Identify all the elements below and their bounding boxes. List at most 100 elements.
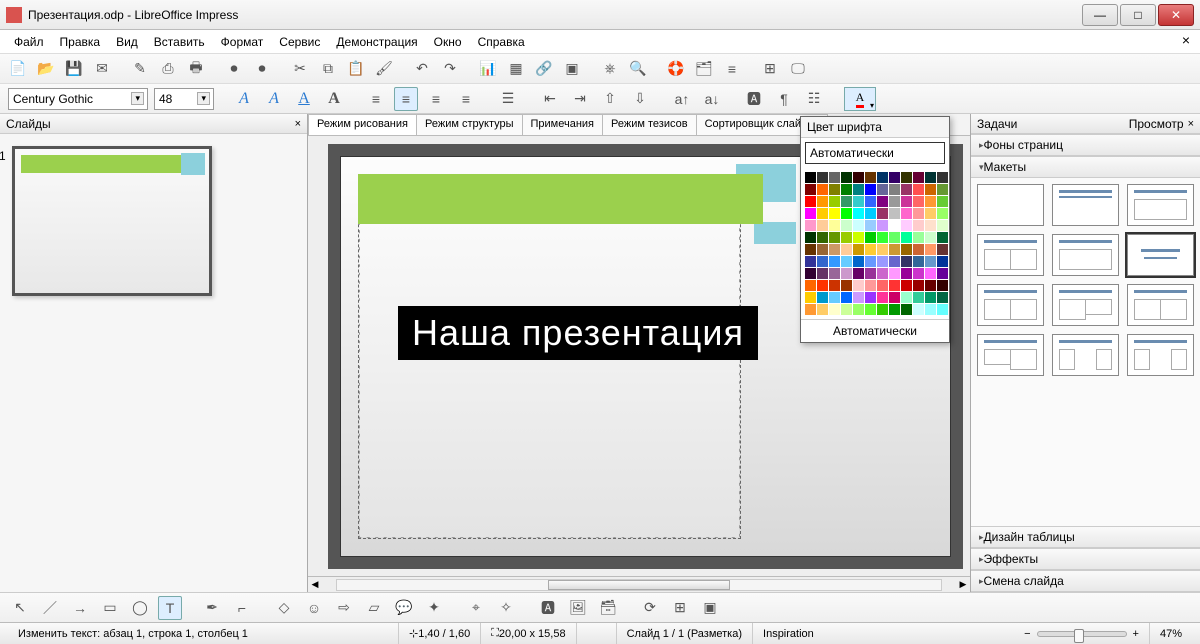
color-swatch[interactable] [865,208,876,219]
symbol-shapes-icon[interactable]: ☺ [302,596,326,620]
color-swatch[interactable] [901,196,912,207]
menu-file[interactable]: Файл [14,35,44,49]
color-swatch[interactable] [901,268,912,279]
color-swatch[interactable] [913,172,924,183]
para-dialog-icon[interactable]: ¶ [772,87,796,111]
color-swatch[interactable] [889,196,900,207]
new-icon[interactable]: 📄 [6,57,30,81]
zoom-controls[interactable]: − + [1014,623,1149,644]
demote-icon[interactable]: ⇥ [568,87,592,111]
menu-tools[interactable]: Сервис [279,35,320,49]
stars-icon[interactable]: ✦ [422,596,446,620]
color-swatch[interactable] [865,172,876,183]
close-document-icon[interactable]: × [1182,32,1190,48]
layout-9[interactable] [1127,284,1194,326]
color-swatch[interactable] [853,304,864,315]
pdf-icon[interactable]: ⎙ [156,57,180,81]
color-swatch[interactable] [913,184,924,195]
color-swatch[interactable] [937,220,948,231]
color-swatch[interactable] [925,196,936,207]
color-swatch[interactable] [817,172,828,183]
menu-window[interactable]: Окно [434,35,462,49]
zoom-slider[interactable] [1037,631,1127,637]
menu-help[interactable]: Справка [478,35,525,49]
arrow-tool-icon[interactable]: → [68,596,92,620]
align-left-icon[interactable]: ≡ [364,87,388,111]
zoom-icon[interactable]: 🔍 [626,57,650,81]
color-swatch[interactable] [829,268,840,279]
color-swatch[interactable] [901,208,912,219]
color-swatch[interactable] [925,304,936,315]
color-swatch[interactable] [913,256,924,267]
color-swatch[interactable] [865,220,876,231]
color-swatch[interactable] [889,232,900,243]
gallery2-icon[interactable]: 🗃 [596,596,620,620]
color-swatch[interactable] [901,172,912,183]
rec1-icon[interactable]: ⏺ [222,57,246,81]
menu-insert[interactable]: Вставить [154,35,205,49]
minimize-button[interactable]: — [1082,4,1118,26]
color-swatch[interactable] [889,292,900,303]
section-table-design[interactable]: Дизайн таблицы [971,526,1200,548]
horizontal-scrollbar[interactable]: ◀ ▶ [308,576,970,592]
color-swatch[interactable] [889,256,900,267]
color-swatch[interactable] [865,196,876,207]
color-swatch[interactable] [889,268,900,279]
navigator-icon[interactable]: ⎈ [598,57,622,81]
color-swatch[interactable] [853,208,864,219]
color-swatch[interactable] [937,196,948,207]
gallery-icon[interactable]: 🗂 [692,57,716,81]
color-swatch[interactable] [853,256,864,267]
open-icon[interactable]: 📂 [34,57,58,81]
color-swatch[interactable] [829,196,840,207]
rotate-icon[interactable]: ⟳ [638,596,662,620]
zoom-out-icon[interactable]: − [1024,628,1030,640]
color-swatch[interactable] [817,280,828,291]
color-swatch[interactable] [925,280,936,291]
text-tool-icon[interactable]: T [158,596,182,620]
color-swatch[interactable] [829,244,840,255]
color-swatch[interactable] [913,304,924,315]
save-icon[interactable]: 💾 [62,57,86,81]
section-transition[interactable]: Смена слайда [971,570,1200,592]
font-size-combo[interactable]: 48 [154,88,214,110]
ellipse-tool-icon[interactable]: ◯ [128,596,152,620]
from-file-icon[interactable]: 🖼 [566,596,590,620]
italic-icon[interactable]: A [262,87,286,111]
color-swatch[interactable] [829,256,840,267]
color-swatch[interactable] [877,304,888,315]
color-swatch[interactable] [937,208,948,219]
tab-outline[interactable]: Режим структуры [416,114,523,135]
layout-centered-text[interactable] [1127,234,1194,276]
menu-format[interactable]: Формат [221,35,264,49]
color-swatch[interactable] [805,220,816,231]
font-color-button[interactable]: A [844,87,876,111]
color-swatch[interactable] [805,184,816,195]
shadow-icon[interactable]: A [322,87,346,111]
color-swatch[interactable] [817,196,828,207]
slides-panel-close-icon[interactable]: × [295,118,301,130]
color-swatch[interactable] [853,220,864,231]
color-swatch[interactable] [805,256,816,267]
color-swatch[interactable] [829,292,840,303]
decrease-font-icon[interactable]: a↓ [700,87,724,111]
promote-icon[interactable]: ⇤ [538,87,562,111]
color-auto-row[interactable]: Автоматически [805,142,945,164]
color-swatch[interactable] [841,280,852,291]
edit-icon[interactable]: ✎ [128,57,152,81]
styles-icon[interactable]: ≡ [720,57,744,81]
color-swatch[interactable] [877,172,888,183]
color-swatch[interactable] [805,268,816,279]
color-swatch[interactable] [841,172,852,183]
color-swatch[interactable] [901,220,912,231]
color-swatch[interactable] [937,292,948,303]
layout-title-content[interactable] [1127,184,1194,226]
layout-7[interactable] [977,284,1044,326]
color-swatch[interactable] [925,184,936,195]
color-swatch[interactable] [853,244,864,255]
color-swatch[interactable] [901,244,912,255]
color-swatch[interactable] [925,232,936,243]
undo-icon[interactable]: ↶ [410,57,434,81]
color-swatch[interactable] [889,208,900,219]
section-layouts[interactable]: Макеты [971,156,1200,178]
